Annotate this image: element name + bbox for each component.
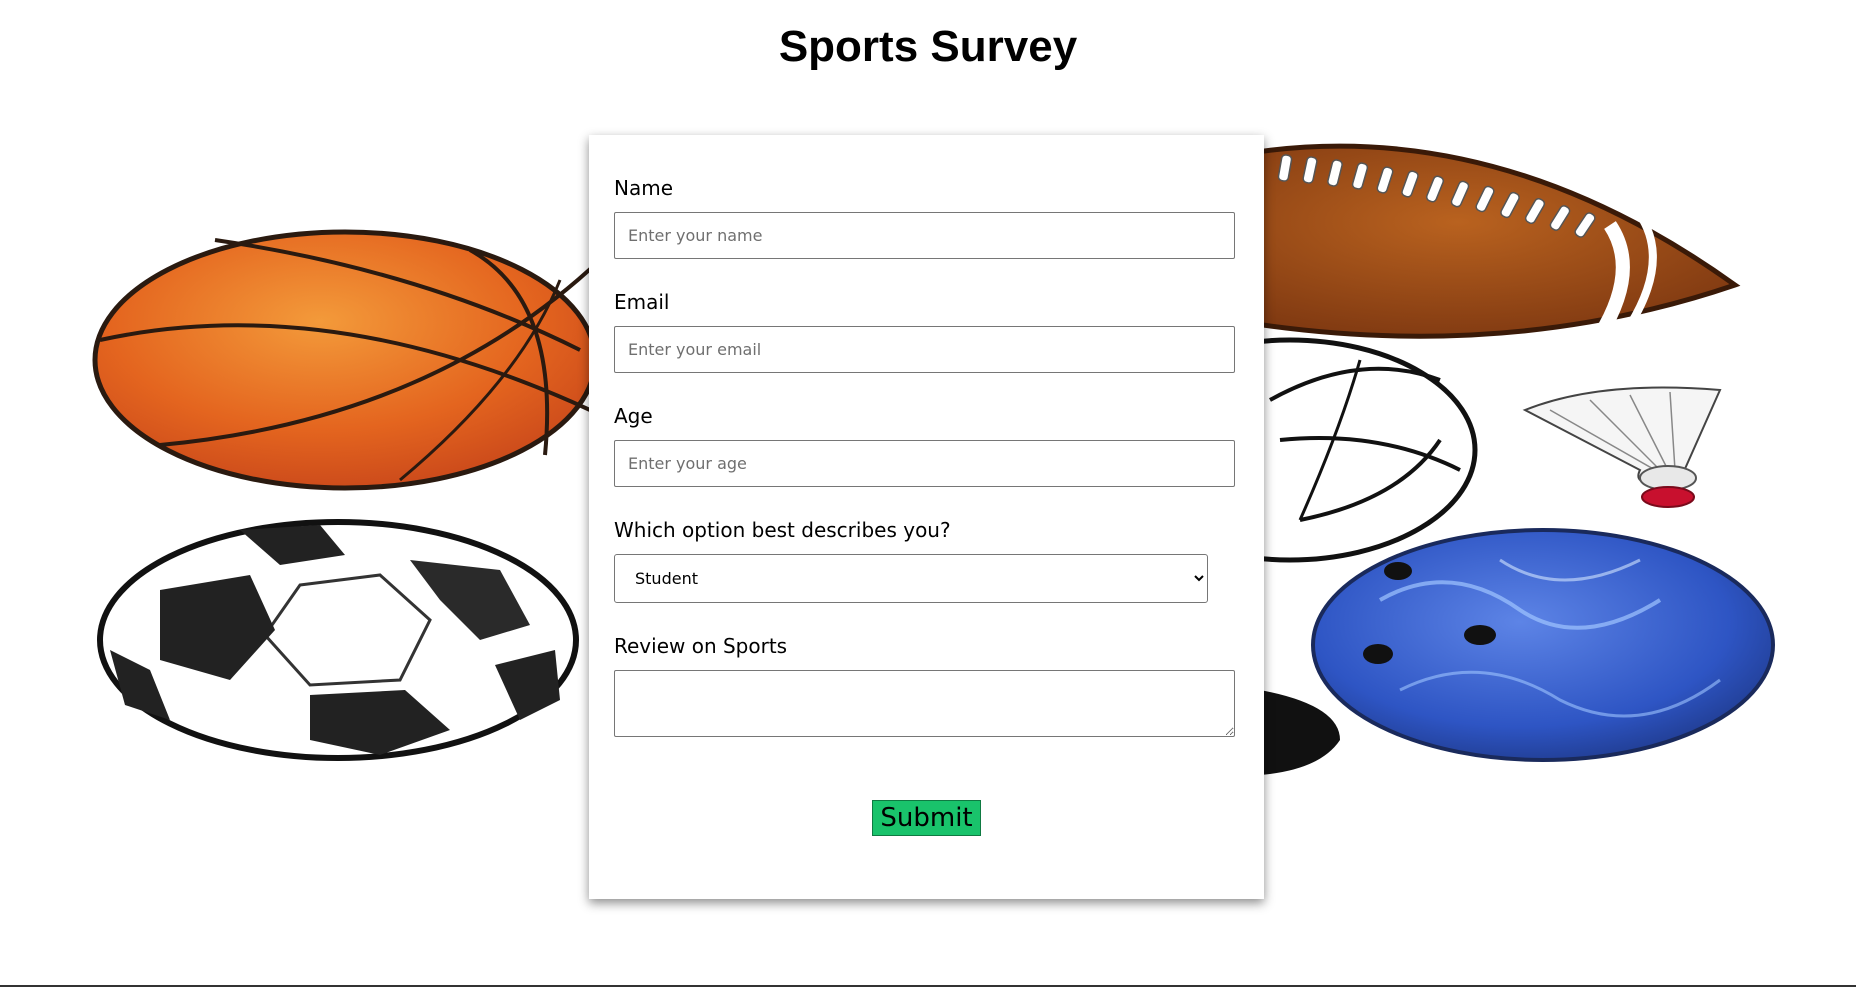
bowling-ball-image: [1311, 528, 1775, 762]
email-group: Email: [614, 289, 1239, 373]
page-title: Sports Survey: [778, 22, 1078, 71]
review-textarea[interactable]: [614, 670, 1235, 737]
american-football-image: [1178, 143, 1741, 339]
review-label: Review on Sports: [614, 634, 788, 658]
review-group: Review on Sports: [614, 633, 1239, 737]
bottom-divider: [0, 985, 1856, 987]
age-input[interactable]: [614, 440, 1235, 487]
basketball-image: [92, 229, 602, 491]
soccer-ball-image: [97, 519, 579, 761]
name-input[interactable]: [614, 212, 1235, 259]
hockey-puck-image: [1260, 690, 1340, 775]
name-label: Name: [614, 176, 674, 200]
role-label: Which option best describes you?: [614, 518, 951, 542]
role-group: Which option best describes you? Student: [614, 517, 1239, 603]
submit-button[interactable]: Submit: [872, 800, 981, 836]
name-group: Name: [614, 175, 1239, 259]
age-group: Age: [614, 403, 1239, 487]
shuttlecock-image: [1522, 386, 1722, 508]
submit-wrap: Submit: [614, 800, 1239, 836]
email-label: Email: [614, 290, 670, 314]
email-input[interactable]: [614, 326, 1235, 373]
age-label: Age: [614, 404, 653, 428]
role-select[interactable]: Student: [614, 554, 1208, 603]
survey-form: Name Email Age Which option best describ…: [589, 135, 1264, 899]
